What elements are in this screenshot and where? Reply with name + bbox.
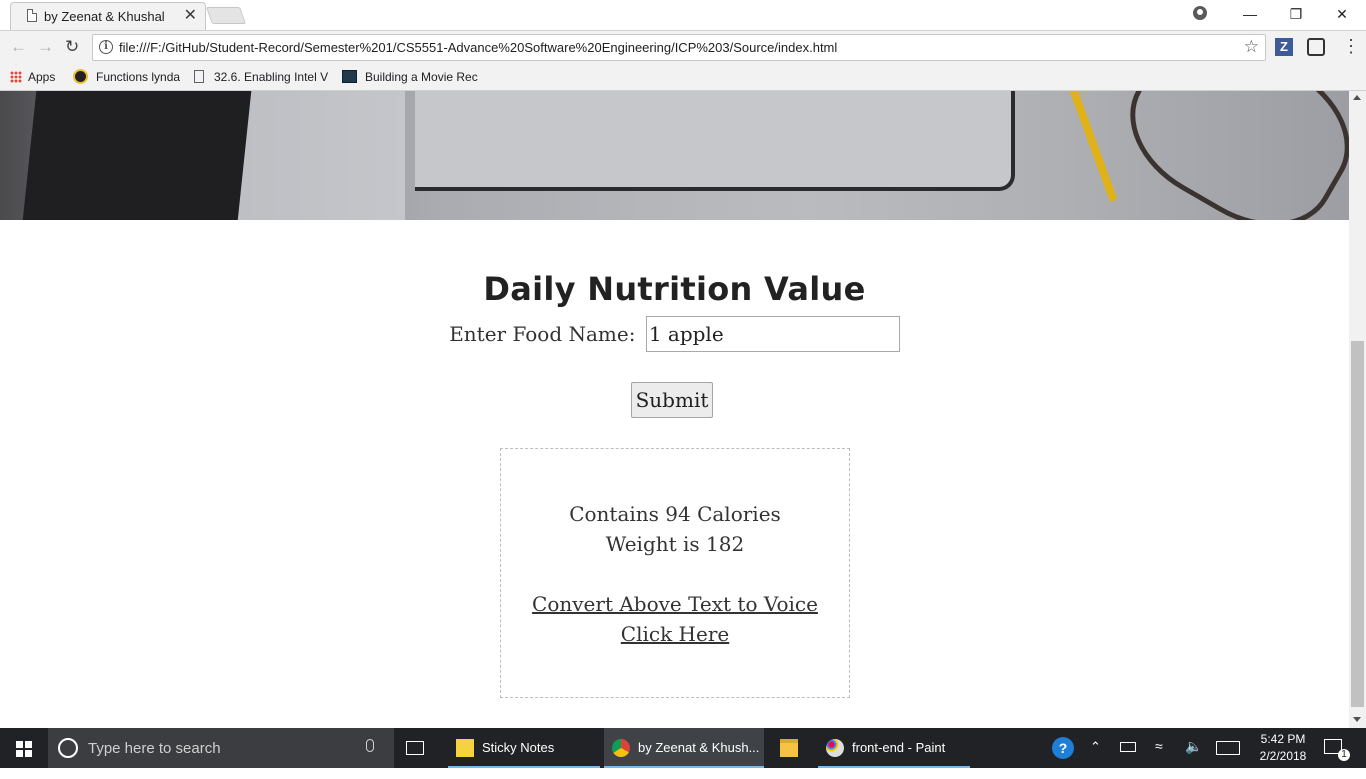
- scroll-down-icon[interactable]: [1353, 717, 1361, 722]
- food-name-input[interactable]: [645, 316, 900, 352]
- page-viewport: Daily Nutrition Value Enter Food Name: S…: [0, 91, 1349, 728]
- notification-count-badge: 1: [1338, 749, 1350, 761]
- battery-icon[interactable]: [1120, 742, 1136, 752]
- task-view-icon[interactable]: [406, 741, 424, 755]
- url-text[interactable]: file:///F:/GitHub/Student-Record/Semeste…: [119, 40, 837, 55]
- taskbar-app-chrome[interactable]: by Zeenat & Khush...: [604, 728, 764, 768]
- microphone-icon[interactable]: [366, 739, 374, 752]
- taskbar-app-paint[interactable]: front-end - Paint: [818, 728, 970, 768]
- help-icon[interactable]: ?: [1052, 737, 1074, 759]
- start-button[interactable]: [0, 728, 48, 768]
- volume-icon[interactable]: 🔈: [1185, 738, 1202, 778]
- calories-text: Contains 94 Calories: [569, 502, 781, 526]
- browser-toolbar: ← → ↻ i file:///F:/GitHub/Student-Record…: [0, 30, 1366, 64]
- bookmark-star-icon[interactable]: ☆: [1244, 37, 1259, 57]
- monitor-icon: [342, 70, 357, 83]
- windows-icon: [16, 741, 32, 757]
- paint-icon: [826, 739, 844, 757]
- reload-icon[interactable]: ↻: [65, 38, 79, 56]
- new-tab-button[interactable]: [205, 7, 247, 24]
- main-content: Daily Nutrition Value Enter Food Name: S…: [0, 220, 1349, 728]
- bookmark-apps[interactable]: Apps: [10, 68, 55, 86]
- lynda-icon: [73, 69, 88, 84]
- vertical-scrollbar[interactable]: [1349, 91, 1366, 728]
- weight-text: Weight is 182: [605, 532, 745, 556]
- scrollbar-thumb[interactable]: [1351, 341, 1364, 707]
- system-clock[interactable]: 5:42 PM 2/2/2018: [1248, 731, 1318, 765]
- file-explorer-icon: [780, 739, 798, 757]
- tab-strip: by Zeenat & Khushal ✕ — ❐ ✕: [0, 0, 1366, 30]
- clock-time: 5:42 PM: [1260, 732, 1306, 746]
- forward-arrow-icon[interactable]: →: [37, 38, 54, 56]
- minimize-button[interactable]: —: [1227, 0, 1273, 28]
- sticky-notes-icon: [456, 739, 474, 757]
- convert-to-voice-link[interactable]: Convert Above Text to Voice: [501, 589, 849, 619]
- back-arrow-icon[interactable]: ←: [10, 38, 27, 56]
- chrome-icon: [612, 739, 630, 757]
- info-icon[interactable]: i: [99, 40, 113, 54]
- taskbar-app-sticky-notes[interactable]: Sticky Notes: [448, 728, 600, 768]
- tab-close-icon[interactable]: ✕: [184, 7, 197, 25]
- food-form-row: Enter Food Name:: [0, 316, 1349, 352]
- zotero-extension-icon[interactable]: Z: [1275, 38, 1293, 56]
- restore-button[interactable]: ❐: [1273, 0, 1319, 28]
- browser-tab[interactable]: by Zeenat & Khushal ✕: [10, 2, 206, 30]
- cortana-icon: [58, 738, 78, 758]
- scroll-up-icon[interactable]: [1353, 95, 1361, 100]
- bookmark-functions-lynda[interactable]: Functions lynda: [73, 68, 180, 86]
- apps-grid-icon: [10, 71, 22, 83]
- wifi-icon[interactable]: ≈: [1155, 738, 1163, 778]
- submit-button[interactable]: Submit: [631, 382, 713, 418]
- page-icon: [27, 9, 37, 22]
- search-placeholder: Type here to search: [88, 740, 221, 757]
- page-title: Daily Nutrition Value: [483, 270, 866, 308]
- page-icon: [194, 70, 204, 83]
- account-icon[interactable]: [1193, 6, 1207, 20]
- food-name-label: Enter Food Name:: [449, 322, 636, 346]
- hero-image: [0, 91, 1349, 220]
- address-bar[interactable]: i file:///F:/GitHub/Student-Record/Semes…: [92, 34, 1266, 61]
- print-extension-icon[interactable]: [1307, 38, 1325, 56]
- keyboard-icon[interactable]: [1216, 741, 1240, 755]
- bookmark-movie-rec[interactable]: Building a Movie Rec: [342, 68, 478, 86]
- bookmark-enabling-intel[interactable]: 32.6. Enabling Intel V: [194, 68, 328, 86]
- clock-date: 2/2/2018: [1259, 749, 1307, 763]
- taskbar: Type here to search Sticky Notes by Zeen…: [0, 728, 1366, 768]
- window-close-button[interactable]: ✕: [1319, 0, 1365, 28]
- menu-kebab-icon[interactable]: ⋮: [1342, 37, 1360, 56]
- tray-chevron-up-icon[interactable]: ⌃: [1090, 739, 1101, 779]
- click-here-link[interactable]: Click Here: [501, 619, 849, 649]
- taskbar-app-file-explorer[interactable]: [768, 728, 812, 768]
- tab-title: by Zeenat & Khushal: [44, 9, 165, 24]
- taskbar-search[interactable]: Type here to search: [48, 728, 394, 768]
- bookmarks-bar: Apps Functions lynda 32.6. Enabling Inte…: [0, 64, 1366, 91]
- result-box: Contains 94 Calories Weight is 182 Conve…: [500, 448, 850, 698]
